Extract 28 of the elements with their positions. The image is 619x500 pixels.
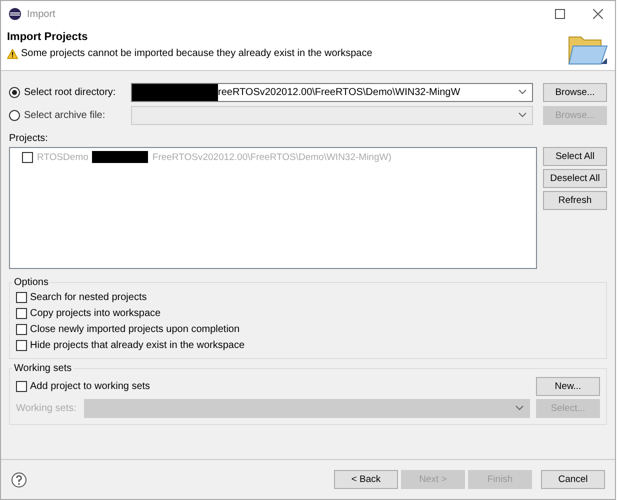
option-checkbox[interactable]: Copy projects into workspace bbox=[16, 306, 600, 320]
page-title: Import Projects bbox=[7, 31, 89, 43]
path-combo-field[interactable]: reeRTOSv202012.00\FreeRTOS\Demo\WIN32-MingW bbox=[131, 82, 533, 102]
group-title: Working sets bbox=[13, 363, 73, 374]
source-radio[interactable]: Select root directory: bbox=[9, 86, 127, 98]
working-sets-label: Working sets: bbox=[16, 402, 78, 414]
browse-button[interactable]: Browse... bbox=[543, 82, 607, 102]
projects-label: Projects: bbox=[9, 133, 49, 144]
list-action-button[interactable]: Select All bbox=[543, 147, 607, 166]
wizard-button[interactable]: < Back bbox=[334, 470, 398, 489]
close-icon[interactable] bbox=[593, 9, 603, 19]
help-icon[interactable] bbox=[11, 472, 27, 488]
maximize-icon[interactable] bbox=[555, 9, 565, 19]
dropdown-caret-icon bbox=[518, 89, 527, 95]
group-title: Options bbox=[13, 277, 50, 288]
list-action-button[interactable]: Deselect All bbox=[543, 169, 607, 188]
list-action-button[interactable]: Refresh bbox=[543, 191, 607, 210]
app-logo-icon bbox=[9, 8, 21, 20]
wizard-button[interactable]: Cancel bbox=[541, 470, 605, 489]
warning-icon bbox=[7, 48, 18, 58]
warning-message: Some projects cannot be imported because they already exist in the workspace bbox=[21, 48, 372, 59]
dropdown-caret-icon bbox=[518, 112, 527, 118]
dropdown-caret-icon bbox=[515, 405, 524, 411]
option-checkbox[interactable]: Close newly imported projects upon completion bbox=[16, 322, 600, 336]
window-title: Import bbox=[27, 8, 56, 20]
redacted-block bbox=[92, 151, 148, 163]
option-checkbox[interactable]: Hide projects that already exist in the workspace bbox=[16, 338, 600, 352]
option-checkbox[interactable]: Search for nested projects bbox=[16, 290, 600, 304]
